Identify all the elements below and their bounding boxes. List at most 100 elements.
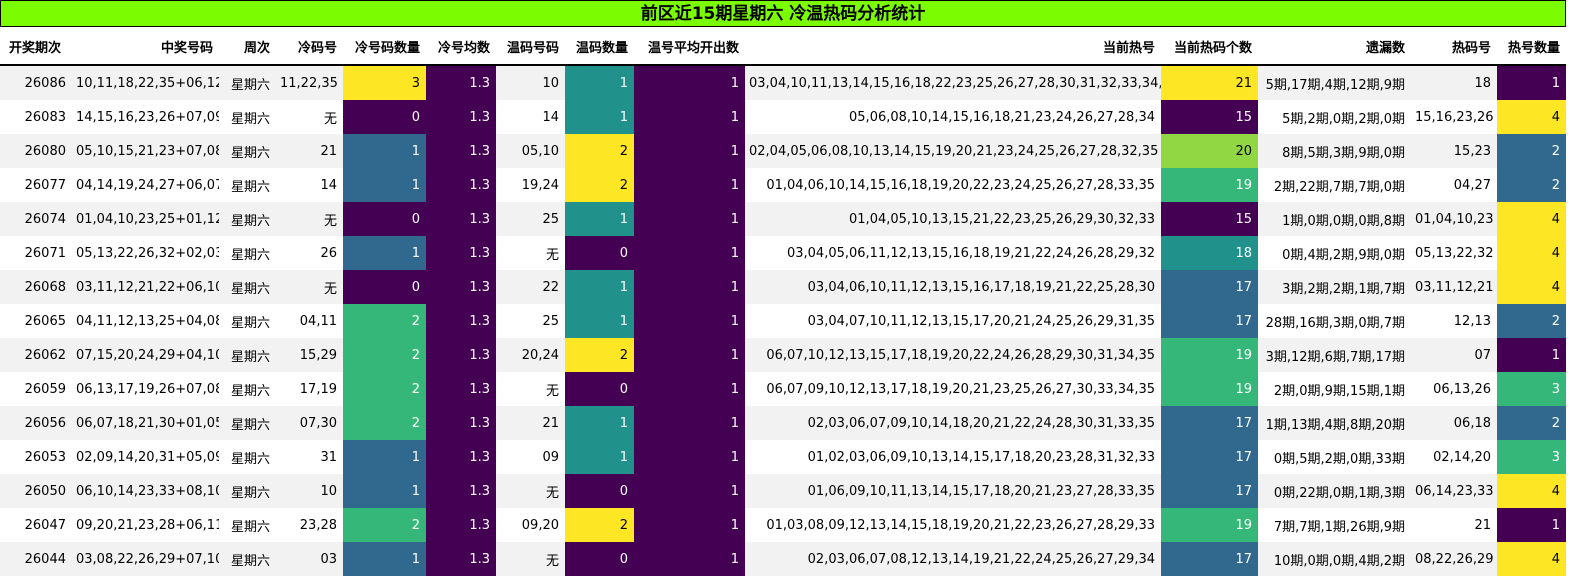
table-cell: 0: [343, 202, 426, 236]
table-cell: 04,11: [276, 304, 343, 338]
table-cell: 18: [1411, 65, 1497, 100]
table-cell: 0期,5期,2期,0期,33期: [1258, 440, 1411, 474]
table-cell: 无: [496, 236, 565, 270]
column-header: 热号数量: [1497, 28, 1566, 66]
table-cell: 0: [565, 372, 634, 406]
table-cell: 09,20: [496, 508, 565, 542]
table-cell: 1: [343, 474, 426, 508]
table-cell: 17: [1161, 474, 1258, 508]
table-cell: 8期,5期,3期,9期,0期: [1258, 134, 1411, 168]
table-cell: 21: [1161, 65, 1258, 100]
table-cell: 1: [565, 202, 634, 236]
table-cell: 无: [276, 100, 343, 134]
table-cell: 1: [565, 304, 634, 338]
table-cell: 1: [565, 406, 634, 440]
table-cell: 06,07,18,21,30+01,05: [72, 406, 219, 440]
table-cell: 26065: [0, 304, 72, 338]
table-cell: 28期,16期,3期,0期,7期: [1258, 304, 1411, 338]
table-row: 26050 06,10,14,23,33+08,10 星期六 10 1 1.3 无 0 1 01,…: [0, 474, 1566, 508]
table-cell: 09: [496, 440, 565, 474]
table-cell: 1.3: [426, 65, 496, 100]
column-header: 开奖期次: [0, 28, 72, 66]
table-row: 26044 03,08,22,26,29+07,10 星期六 03 1 1.3 无 0 1 02,…: [0, 542, 1566, 576]
column-header: 周次: [219, 28, 276, 66]
table-cell: 15: [1161, 202, 1258, 236]
table-cell: 10: [496, 65, 565, 100]
table-cell: 04,11,12,13,25+04,08: [72, 304, 219, 338]
table-cell: 07: [1411, 338, 1497, 372]
column-header: 热码号: [1411, 28, 1497, 66]
table-cell: 01,04,10,23: [1411, 202, 1497, 236]
table-cell: 2: [1497, 304, 1566, 338]
table-cell: 7期,7期,1期,26期,9期: [1258, 508, 1411, 542]
table-cell: 2: [1497, 134, 1566, 168]
table-cell: 23,28: [276, 508, 343, 542]
table-cell: 1.3: [426, 542, 496, 576]
table-row: 26047 09,20,21,23,28+06,11 星期六 23,28 2 1.3 09,…: [0, 508, 1566, 542]
table-cell: 1: [634, 474, 745, 508]
table-cell: 星期六: [219, 474, 276, 508]
table-row: 26065 04,11,12,13,25+04,08 星期六 04,11 2 1.3 25 1…: [0, 304, 1566, 338]
table-cell: 02,09,14,20,31+05,09: [72, 440, 219, 474]
table-cell: 1.3: [426, 304, 496, 338]
table-cell: 01,04,06,10,14,15,16,18,19,20,22,23,24,2…: [745, 168, 1161, 202]
table-cell: 06,07,10,12,13,15,17,18,19,20,22,24,26,2…: [745, 338, 1161, 372]
table-cell: 02,03,06,07,09,10,14,18,20,21,22,24,28,3…: [745, 406, 1161, 440]
table-row: 26083 14,15,16,23,26+07,09 星期六无 0 1.3 14 1 1 05,…: [0, 100, 1566, 134]
table-cell: 2: [1497, 168, 1566, 202]
table-cell: 04,14,19,24,27+06,07: [72, 168, 219, 202]
table-cell: 06,14,23,33: [1411, 474, 1497, 508]
table-cell: 1: [1497, 508, 1566, 542]
table-cell: 3: [1497, 372, 1566, 406]
table-cell: 01,03,08,09,12,13,14,15,18,19,20,21,22,2…: [745, 508, 1161, 542]
table-cell: 1: [343, 236, 426, 270]
table-cell: 1.3: [426, 406, 496, 440]
table-cell: 1: [634, 168, 745, 202]
table-cell: 1: [634, 508, 745, 542]
table-cell: 17: [1161, 304, 1258, 338]
table-cell: 4: [1497, 270, 1566, 304]
table-cell: 14,15,16,23,26+07,09: [72, 100, 219, 134]
table-cell: 1: [634, 202, 745, 236]
table-cell: 19,24: [496, 168, 565, 202]
table-cell: 1: [565, 100, 634, 134]
table-row: 26062 07,15,20,24,29+04,10 星期六 15,29 2 1.3 20,…: [0, 338, 1566, 372]
table-cell: 1: [634, 440, 745, 474]
column-header: 冷号码数量: [343, 28, 426, 66]
table-cell: 02,03,06,07,08,12,13,14,19,21,22,24,25,2…: [745, 542, 1161, 576]
table-cell: 3期,2期,2期,1期,7期: [1258, 270, 1411, 304]
table-cell: 14: [496, 100, 565, 134]
column-header: 当前热号: [745, 28, 1161, 66]
table-cell: 1.3: [426, 372, 496, 406]
table-cell: 08,22,26,29: [1411, 542, 1497, 576]
table-cell: 1.3: [426, 134, 496, 168]
table-cell: 21: [276, 134, 343, 168]
column-header: 温码数量: [565, 28, 634, 66]
table-cell: 星期六: [219, 168, 276, 202]
table-cell: 2: [1497, 406, 1566, 440]
table-cell: 03,08,22,26,29+07,10: [72, 542, 219, 576]
table-cell: 1: [343, 542, 426, 576]
table-cell: 26074: [0, 202, 72, 236]
table-cell: 1: [634, 542, 745, 576]
table-cell: 2: [565, 168, 634, 202]
table-cell: 05,13,22,32: [1411, 236, 1497, 270]
table-cell: 星期六: [219, 270, 276, 304]
table-cell: 1.3: [426, 440, 496, 474]
table-cell: 10,11,18,22,35+06,12: [72, 65, 219, 100]
table-cell: 01,04,10,23,25+01,12: [72, 202, 219, 236]
column-header: 温号平均开出数: [634, 28, 745, 66]
table-cell: 1.3: [426, 270, 496, 304]
column-header: 中奖号码: [72, 28, 219, 66]
table-cell: 5期,2期,0期,2期,0期: [1258, 100, 1411, 134]
table-cell: 26083: [0, 100, 72, 134]
table-cell: 26086: [0, 65, 72, 100]
table-cell: 无: [496, 474, 565, 508]
table-cell: 20,24: [496, 338, 565, 372]
column-header: 温码号码: [496, 28, 565, 66]
table-cell: 17: [1161, 270, 1258, 304]
table-cell: 1.3: [426, 474, 496, 508]
table-cell: 1: [565, 440, 634, 474]
table-cell: 21: [1411, 508, 1497, 542]
table-cell: 06,13,26: [1411, 372, 1497, 406]
